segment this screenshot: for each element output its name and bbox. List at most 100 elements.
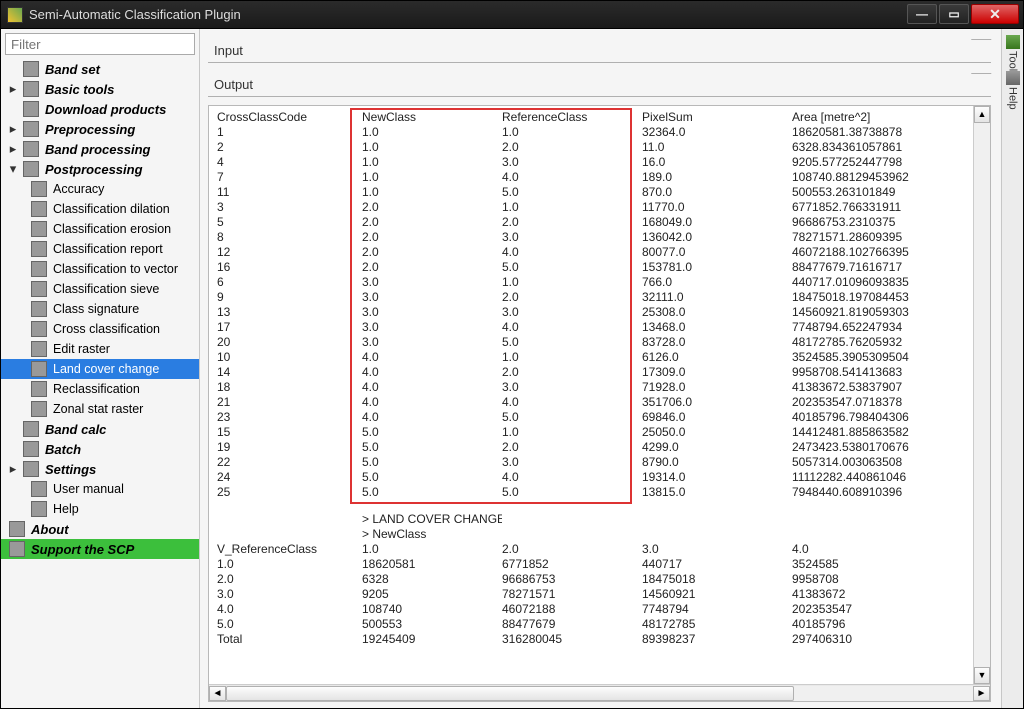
app-icon (7, 7, 23, 23)
chevron-icon: ▸ (9, 81, 17, 97)
table-row: 52.02.0168049.096686753.2310375 (217, 215, 962, 230)
sidebar-item-band-set[interactable]: Band set (1, 59, 199, 79)
sidebar-item-support-the-scp[interactable]: Support the SCP (1, 539, 199, 559)
sidebar-item-settings[interactable]: ▸ Settings (1, 459, 199, 479)
table-row: 104.01.06126.03524585.3905309504 (217, 350, 962, 365)
sidebar-item-label: Classification dilation (53, 202, 170, 216)
sidebar-item-class-signature[interactable]: Class signature (1, 299, 199, 319)
table-header: Area [metre^2] (792, 110, 962, 125)
table-row: 133.03.025308.014560921.819059303 (217, 305, 962, 320)
table-row: 155.01.025050.014412481.885863582 (217, 425, 962, 440)
main-panel: Input Output CrossClassCodeNewClassRefer… (200, 29, 1023, 708)
section-input-header[interactable]: Input (208, 39, 991, 63)
sidebar-item-label: Band set (45, 62, 100, 77)
table-row: 1.01862058167718524407173524585 (217, 557, 962, 572)
nav-icon (31, 321, 47, 337)
sidebar-item-help[interactable]: Help (1, 499, 199, 519)
maximize-button[interactable]: ▭ (939, 4, 969, 24)
nav-icon (23, 81, 39, 97)
nav-icon (31, 501, 47, 517)
scroll-up-arrow-icon[interactable]: ▲ (974, 106, 990, 123)
sidebar-item-preprocessing[interactable]: ▸ Preprocessing (1, 119, 199, 139)
table-row: 234.05.069846.040185796.798404306 (217, 410, 962, 425)
close-button[interactable]: ✕ (971, 4, 1019, 24)
sidebar-item-band-calc[interactable]: Band calc (1, 419, 199, 439)
nav-icon (9, 541, 25, 557)
dock-tab-label: Help (1007, 87, 1019, 110)
minimize-button[interactable]: — (907, 4, 937, 24)
nav-icon (31, 301, 47, 317)
sidebar-item-postprocessing[interactable]: ▾ Postprocessing (1, 159, 199, 179)
sidebar-item-about[interactable]: About (1, 519, 199, 539)
sidebar-item-band-processing[interactable]: ▸ Band processing (1, 139, 199, 159)
table-row: 225.03.08790.05057314.003063508 (217, 455, 962, 470)
sidebar-item-label: Preprocessing (45, 122, 135, 137)
table-header: NewClass (362, 110, 502, 125)
dock-tab-tool[interactable]: Tool (1006, 35, 1020, 71)
filter-input[interactable] (5, 33, 195, 55)
nav-icon (31, 261, 47, 277)
sidebar-item-label: Land cover change (53, 362, 159, 376)
table-row: 41.03.016.09205.577252447798 (217, 155, 962, 170)
sidebar-item-label: Classification report (53, 242, 163, 256)
nav-icon (31, 381, 47, 397)
nav-icon (31, 481, 47, 497)
sidebar-item-cross-classification[interactable]: Cross classification (1, 319, 199, 339)
chevron-icon: ▸ (9, 121, 17, 137)
chevron-icon: ▸ (9, 461, 17, 477)
sidebar-item-label: Reclassification (53, 382, 140, 396)
sidebar-item-classification-to-vector[interactable]: Classification to vector (1, 259, 199, 279)
table-row: 2.0632896686753184750189958708 (217, 572, 962, 587)
sidebar-item-label: User manual (53, 482, 124, 496)
sidebar-item-reclassification[interactable]: Reclassification (1, 379, 199, 399)
tool-icon (1006, 35, 1020, 49)
sidebar-item-accuracy[interactable]: Accuracy (1, 179, 199, 199)
sidebar-item-label: Accuracy (53, 182, 104, 196)
table-row: 144.02.017309.09958708.541413683 (217, 365, 962, 380)
sidebar-item-download-products[interactable]: Download products (1, 99, 199, 119)
matrix-table: > LAND COVER CHANGE MATRIX [metre^2]> Ne… (217, 512, 962, 647)
table-header: CrossClassCode (217, 110, 362, 125)
dock-tab-label: Tool (1007, 51, 1019, 71)
horizontal-scrollbar[interactable]: ◄ ► (209, 684, 990, 701)
table-row: > NewClass (217, 527, 962, 542)
scroll-right-arrow-icon[interactable]: ► (973, 686, 990, 701)
table-row: 63.01.0766.0440717.01096093835 (217, 275, 962, 290)
sidebar-item-classification-erosion[interactable]: Classification erosion (1, 219, 199, 239)
output-scroll[interactable]: CrossClassCodeNewClassReferenceClassPixe… (209, 106, 973, 684)
table-row: 111.05.0870.0500553.263101849 (217, 185, 962, 200)
sidebar-item-classification-dilation[interactable]: Classification dilation (1, 199, 199, 219)
sidebar-item-zonal-stat-raster[interactable]: Zonal stat raster (1, 399, 199, 419)
sidebar-item-basic-tools[interactable]: ▸ Basic tools (1, 79, 199, 99)
sidebar-item-label: Cross classification (53, 322, 160, 336)
nav-icon (23, 121, 39, 137)
sidebar-item-edit-raster[interactable]: Edit raster (1, 339, 199, 359)
nav-icon (31, 181, 47, 197)
sidebar-item-label: Download products (45, 102, 166, 117)
table-row: > LAND COVER CHANGE MATRIX [metre^2] (217, 512, 962, 527)
scroll-down-arrow-icon[interactable]: ▼ (974, 667, 990, 684)
sidebar-item-batch[interactable]: Batch (1, 439, 199, 459)
table-header: PixelSum (642, 110, 792, 125)
table-row: 3.09205782715711456092141383672 (217, 587, 962, 602)
sidebar-item-classification-sieve[interactable]: Classification sieve (1, 279, 199, 299)
nav-icon (31, 361, 47, 377)
table-row: 71.04.0189.0108740.88129453962 (217, 170, 962, 185)
sidebar-item-land-cover-change[interactable]: Land cover change (1, 359, 199, 379)
help-icon (1006, 71, 1020, 85)
nav-icon (9, 521, 25, 537)
sidebar-item-label: Batch (45, 442, 81, 457)
nav-icon (23, 61, 39, 77)
sidebar-item-classification-report[interactable]: Classification report (1, 239, 199, 259)
section-output-header[interactable]: Output (208, 73, 991, 97)
sidebar-item-user-manual[interactable]: User manual (1, 479, 199, 499)
nav-icon (23, 421, 39, 437)
dock-tab-help[interactable]: Help (1006, 71, 1020, 110)
table-row: 195.02.04299.02473423.5380170676 (217, 440, 962, 455)
table-row: Total1924540931628004589398237297406310 (217, 632, 962, 647)
vertical-scrollbar[interactable]: ▲ ▼ (973, 106, 990, 684)
table-row: 4.0108740460721887748794202353547 (217, 602, 962, 617)
nav-icon (31, 221, 47, 237)
scroll-left-arrow-icon[interactable]: ◄ (209, 686, 226, 701)
output-box: CrossClassCodeNewClassReferenceClassPixe… (208, 105, 991, 702)
